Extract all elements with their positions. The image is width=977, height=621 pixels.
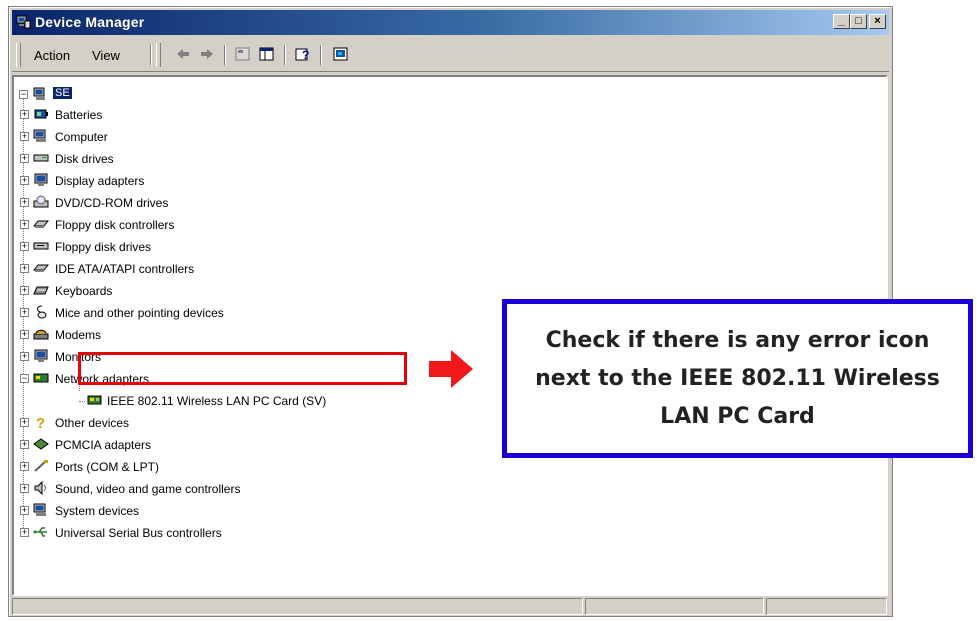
- expand-icon[interactable]: +: [20, 286, 29, 295]
- status-cell: [12, 598, 583, 615]
- maximize-button[interactable]: □: [850, 14, 867, 29]
- instruction-callout: Check if there is any error icon next to…: [502, 299, 973, 458]
- expand-icon[interactable]: +: [20, 132, 29, 141]
- tree-item-label: DVD/CD-ROM drives: [55, 196, 169, 210]
- menu-grip[interactable]: [16, 43, 21, 67]
- expand-icon[interactable]: +: [20, 220, 29, 229]
- mouse-icon: [37, 305, 47, 319]
- tree-item-label: Keyboards: [55, 284, 113, 298]
- expand-icon[interactable]: +: [20, 352, 29, 361]
- expand-icon[interactable]: +: [20, 154, 29, 163]
- usb-icon: [33, 527, 47, 537]
- toolbar-separator: [320, 45, 322, 65]
- tree-item-label: Modems: [55, 328, 102, 342]
- svg-text:?: ?: [302, 48, 309, 62]
- callout-text: Check if there is any error icon next to…: [535, 327, 940, 429]
- tree-item-label: Batteries: [55, 108, 103, 122]
- properties-icon[interactable]: [234, 46, 252, 62]
- expand-icon[interactable]: +: [20, 462, 29, 471]
- tree-item-label: Display adapters: [55, 174, 145, 188]
- port-icon: [34, 460, 48, 472]
- battery-icon: [34, 109, 48, 119]
- expand-icon[interactable]: +: [20, 330, 29, 339]
- computer-icon: [33, 87, 45, 100]
- tree-item-label: System devices: [55, 504, 140, 518]
- tree-item-label: Sound, video and game controllers: [55, 482, 241, 496]
- tree-item-label: Mice and other pointing devices: [55, 306, 224, 320]
- tree-item-label: IEEE 802.11 Wireless LAN PC Card (SV): [107, 394, 327, 408]
- tree-item-label: Computer: [55, 130, 108, 144]
- tree-item-label: Disk drives: [55, 152, 114, 166]
- disk-drive-icon: [33, 154, 49, 162]
- tree-item-label: Ports (COM & LPT): [55, 460, 160, 474]
- pcmcia-icon: [33, 438, 49, 450]
- tree-connector: [79, 401, 85, 402]
- cdrom-icon: [33, 195, 49, 208]
- network-card-icon: [87, 395, 102, 405]
- expand-icon[interactable]: +: [20, 484, 29, 493]
- expand-icon[interactable]: +: [20, 418, 29, 427]
- tree-item-label: Other devices: [55, 416, 130, 430]
- collapse-icon[interactable]: −: [19, 90, 28, 99]
- menu-toolbar: Action View ?: [12, 37, 889, 72]
- monitor-icon: [34, 173, 48, 186]
- device-manager-icon: [16, 15, 31, 29]
- monitor-icon: [34, 349, 48, 362]
- expand-icon[interactable]: +: [20, 506, 29, 515]
- speaker-icon: [34, 481, 46, 495]
- toolbar-separator: [224, 45, 226, 65]
- expand-icon[interactable]: +: [20, 264, 29, 273]
- expand-icon[interactable]: +: [20, 308, 29, 317]
- expand-icon[interactable]: +: [20, 110, 29, 119]
- title-bar[interactable]: Device Manager _ □ ×: [12, 10, 889, 35]
- show-hide-console-tree-icon[interactable]: [258, 46, 276, 62]
- help-icon[interactable]: ?: [294, 46, 312, 62]
- back-arrow-icon[interactable]: [174, 46, 192, 62]
- close-button[interactable]: ×: [869, 14, 886, 29]
- controller-icon: [33, 220, 49, 228]
- scan-hardware-icon[interactable]: [332, 46, 350, 62]
- collapse-icon[interactable]: −: [20, 374, 29, 383]
- status-cell: [766, 598, 887, 615]
- status-cell: [585, 598, 764, 615]
- root-label: SE: [53, 87, 72, 99]
- tree-item-label: Universal Serial Bus controllers: [55, 526, 222, 540]
- status-bar: [12, 598, 889, 615]
- toolbar-separator: [284, 45, 286, 65]
- expand-icon[interactable]: +: [20, 440, 29, 449]
- network-icon: [33, 373, 49, 383]
- computer-icon: [33, 129, 46, 142]
- highlight-box: [78, 352, 407, 385]
- forward-arrow-icon[interactable]: [198, 46, 216, 62]
- window-title: Device Manager: [35, 14, 145, 30]
- toolbar-separator: [150, 45, 152, 65]
- red-arrow-icon: [429, 350, 473, 388]
- menu-action[interactable]: Action: [34, 48, 70, 63]
- controller-icon: [33, 264, 49, 272]
- tree-item-label: Floppy disk drives: [55, 240, 152, 254]
- minimize-button[interactable]: _: [833, 14, 850, 29]
- tree-item-label: IDE ATA/ATAPI controllers: [55, 262, 195, 276]
- tree-item-label: PCMCIA adapters: [55, 438, 152, 452]
- expand-icon[interactable]: +: [20, 242, 29, 251]
- svg-text:?: ?: [36, 415, 45, 429]
- menu-view[interactable]: View: [92, 48, 120, 63]
- floppy-icon: [33, 242, 49, 250]
- expand-icon[interactable]: +: [20, 176, 29, 185]
- expand-icon[interactable]: +: [20, 528, 29, 537]
- tree-item-label: Floppy disk controllers: [55, 218, 175, 232]
- question-icon: ?: [36, 415, 45, 429]
- keyboard-icon: [33, 286, 49, 295]
- toolbar-grip[interactable]: [156, 43, 161, 67]
- modem-icon: [33, 329, 49, 340]
- computer-icon: [33, 503, 46, 516]
- expand-icon[interactable]: +: [20, 198, 29, 207]
